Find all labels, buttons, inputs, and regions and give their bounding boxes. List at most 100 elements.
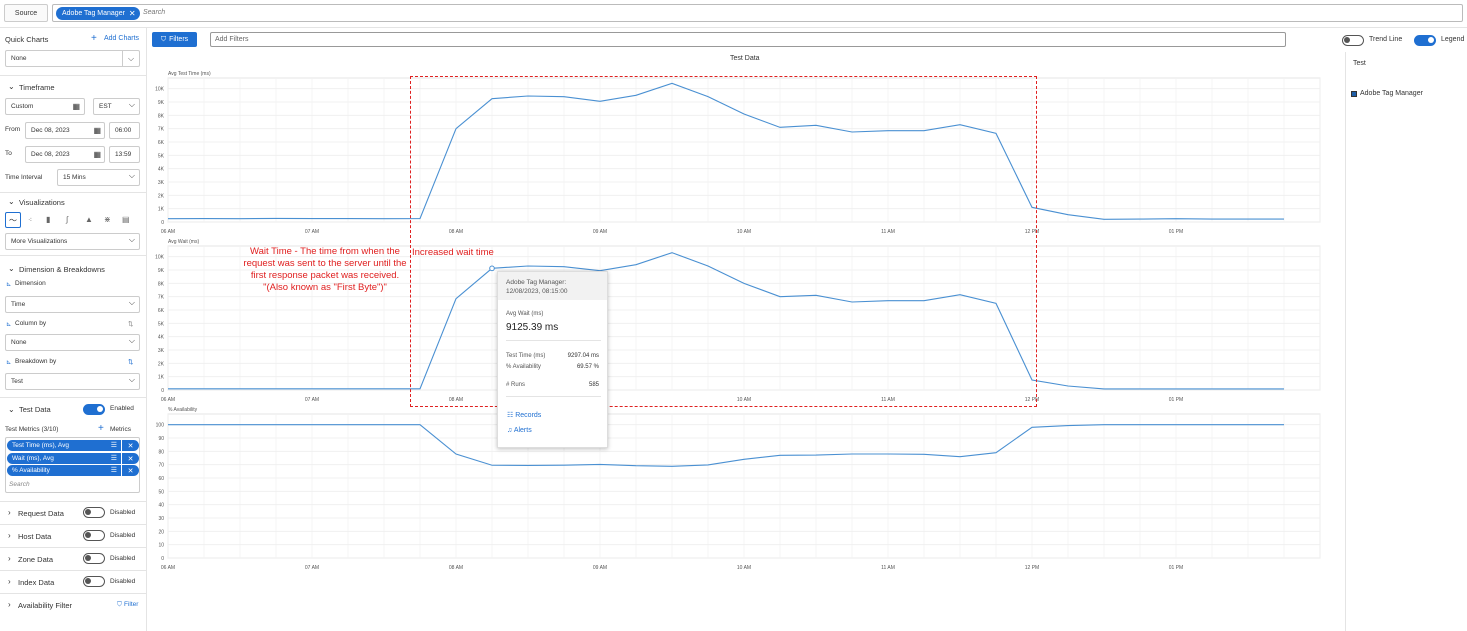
quick-charts-select[interactable]: None ⌵ <box>5 50 140 67</box>
metrics-search-input[interactable]: Search <box>9 481 30 488</box>
filter-icon: ⛉ <box>160 35 167 43</box>
chevron-down-icon[interactable]: ⌄ <box>8 405 15 414</box>
chevron-right-icon[interactable]: › <box>8 577 11 586</box>
zone-data-status: Disabled <box>110 555 136 562</box>
settings-icon[interactable]: ☰ <box>111 466 117 474</box>
trend-line-toggle[interactable] <box>1342 35 1364 46</box>
quick-charts-title: Quick Charts <box>5 35 49 44</box>
source-search-field[interactable]: Adobe Tag Manager ✕ Search <box>52 4 1463 22</box>
filter-icon[interactable]: ⛉ <box>117 601 122 609</box>
step-chart-icon[interactable]: ∫ <box>66 215 68 224</box>
chevron-down-icon: ⌵ <box>128 235 135 244</box>
from-time-value: 06:00 <box>115 127 132 134</box>
request-data-toggle[interactable] <box>83 507 105 518</box>
settings-icon[interactable]: ☰ <box>111 441 117 449</box>
column-by-select[interactable]: None ⌵ <box>5 334 140 351</box>
bar-chart-icon[interactable]: ▮ <box>46 215 50 224</box>
dimension-title: Dimension & Breakdowns <box>19 265 105 274</box>
quick-charts-value: None <box>11 55 27 62</box>
table-icon[interactable]: ▤ <box>122 215 130 224</box>
x-tick-label: 06 AM <box>161 397 175 403</box>
calendar-icon[interactable]: ▦ <box>93 126 101 135</box>
data-tooltip: Adobe Tag Manager: 12/08/2023, 08:15:00 … <box>497 271 608 448</box>
close-icon[interactable]: ✕ <box>129 9 136 18</box>
to-date-field[interactable]: Dec 08, 2023 ▦ <box>25 146 105 163</box>
timezone-select[interactable]: EST ⌵ <box>93 98 140 115</box>
y-tick-label: 5K <box>158 153 165 159</box>
host-data-toggle[interactable] <box>83 530 105 541</box>
y-tick-label: 10K <box>155 87 165 93</box>
legend-toggle[interactable] <box>1414 35 1436 46</box>
from-date-field[interactable]: Dec 08, 2023 ▦ <box>25 122 105 139</box>
calendar-icon[interactable]: ▦ <box>93 150 101 159</box>
add-filters-input[interactable]: Add Filters <box>210 32 1286 47</box>
close-icon[interactable]: ✕ <box>121 465 139 476</box>
source-button[interactable]: Source <box>4 4 48 22</box>
source-bar: Source Adobe Tag Manager ✕ Search <box>0 0 1467 28</box>
x-tick-label: 06 AM <box>161 565 175 571</box>
legend-item[interactable]: Adobe Tag Manager <box>1351 90 1423 97</box>
tooltip-row-value: 585 <box>588 382 599 388</box>
metric-chip-test-time[interactable]: Test Time (ms), Avg ☰ ✕ <box>7 440 139 451</box>
sort-icon[interactable]: ⇅ <box>128 320 133 328</box>
series-line <box>168 424 1284 467</box>
column-by-label: Column by <box>15 320 47 327</box>
dimension-select[interactable]: Time ⌵ <box>5 296 140 313</box>
test-metrics-label: Test Metrics (3/10) <box>5 426 59 433</box>
to-date-value: Dec 08, 2023 <box>31 151 70 158</box>
network-chart-icon[interactable]: ⋇ <box>104 215 111 224</box>
scatter-chart-icon[interactable]: ⁖ <box>28 216 32 224</box>
y-tick-label: 0 <box>161 220 164 226</box>
more-visualizations-select[interactable]: More Visualizations ⌵ <box>5 233 140 250</box>
chevron-down-icon[interactable]: ⌄ <box>8 82 15 91</box>
y-tick-label: 1K <box>158 207 165 213</box>
y-axis-label: Avg Wait (ms) <box>168 239 199 245</box>
to-label: To <box>5 150 12 157</box>
add-metrics-button[interactable]: Metrics <box>110 426 131 433</box>
interval-select[interactable]: 15 Mins ⌵ <box>57 169 140 186</box>
visualizations-title: Visualizations <box>19 198 65 207</box>
timezone-value: EST <box>99 103 112 110</box>
add-charts-button[interactable]: Add Charts <box>104 35 139 42</box>
alerts-link[interactable]: ♫ Alerts <box>507 427 532 434</box>
request-data-title: Request Data <box>18 509 64 518</box>
chevron-right-icon[interactable]: › <box>8 600 11 609</box>
timeframe-range-select[interactable]: Custom ▦ <box>5 98 85 115</box>
tooltip-metric-value: 9125.39 ms <box>506 322 559 333</box>
sort-icon[interactable]: ⇅ <box>128 358 133 366</box>
close-icon[interactable]: ✕ <box>121 440 139 451</box>
chevron-right-icon[interactable]: › <box>8 554 11 563</box>
filters-button[interactable]: ⛉ Filters <box>152 32 197 47</box>
test-data-toggle[interactable] <box>83 404 105 415</box>
metric-chip-availability[interactable]: % Availability ☰ ✕ <box>7 465 139 476</box>
to-time-field[interactable]: 13:59 <box>109 146 140 163</box>
chevron-right-icon[interactable]: › <box>8 508 11 517</box>
annotation-line: request was sent to the server until the <box>243 258 407 269</box>
chevron-down-icon: ⌵ <box>128 100 135 109</box>
close-icon[interactable]: ✕ <box>121 453 139 464</box>
breakdown-by-select[interactable]: Test ⌵ <box>5 373 140 390</box>
source-search-placeholder: Search <box>143 9 166 16</box>
x-tick-label: 12 PM <box>1025 565 1039 571</box>
from-time-field[interactable]: 06:00 <box>109 122 140 139</box>
line-chart-icon[interactable]: 〜 <box>5 212 21 228</box>
index-data-toggle[interactable] <box>83 576 105 587</box>
dimension-label: Dimension <box>15 280 46 287</box>
source-chip[interactable]: Adobe Tag Manager ✕ <box>56 7 140 20</box>
interval-label: Time Interval <box>5 174 43 181</box>
chevron-right-icon[interactable]: › <box>8 531 11 540</box>
area-chart-icon[interactable]: ▲ <box>85 215 93 224</box>
records-link[interactable]: ☷ Records <box>507 411 541 419</box>
settings-icon[interactable]: ☰ <box>111 454 117 462</box>
tooltip-series: Adobe Tag Manager: <box>506 279 567 286</box>
y-tick-label: 50 <box>158 489 164 495</box>
plus-icon[interactable]: + <box>91 33 97 44</box>
plus-icon[interactable]: + <box>98 423 104 434</box>
metric-chip-wait[interactable]: Wait (ms), Avg ☰ ✕ <box>7 453 139 464</box>
chevron-down-icon[interactable]: ⌄ <box>8 197 15 206</box>
zone-data-toggle[interactable] <box>83 553 105 564</box>
more-visualizations-label: More Visualizations <box>11 238 68 245</box>
chevron-down-icon[interactable]: ⌄ <box>8 264 15 273</box>
availability-filter-button[interactable]: Filter <box>124 601 138 608</box>
x-tick-label: 09 AM <box>593 565 607 571</box>
